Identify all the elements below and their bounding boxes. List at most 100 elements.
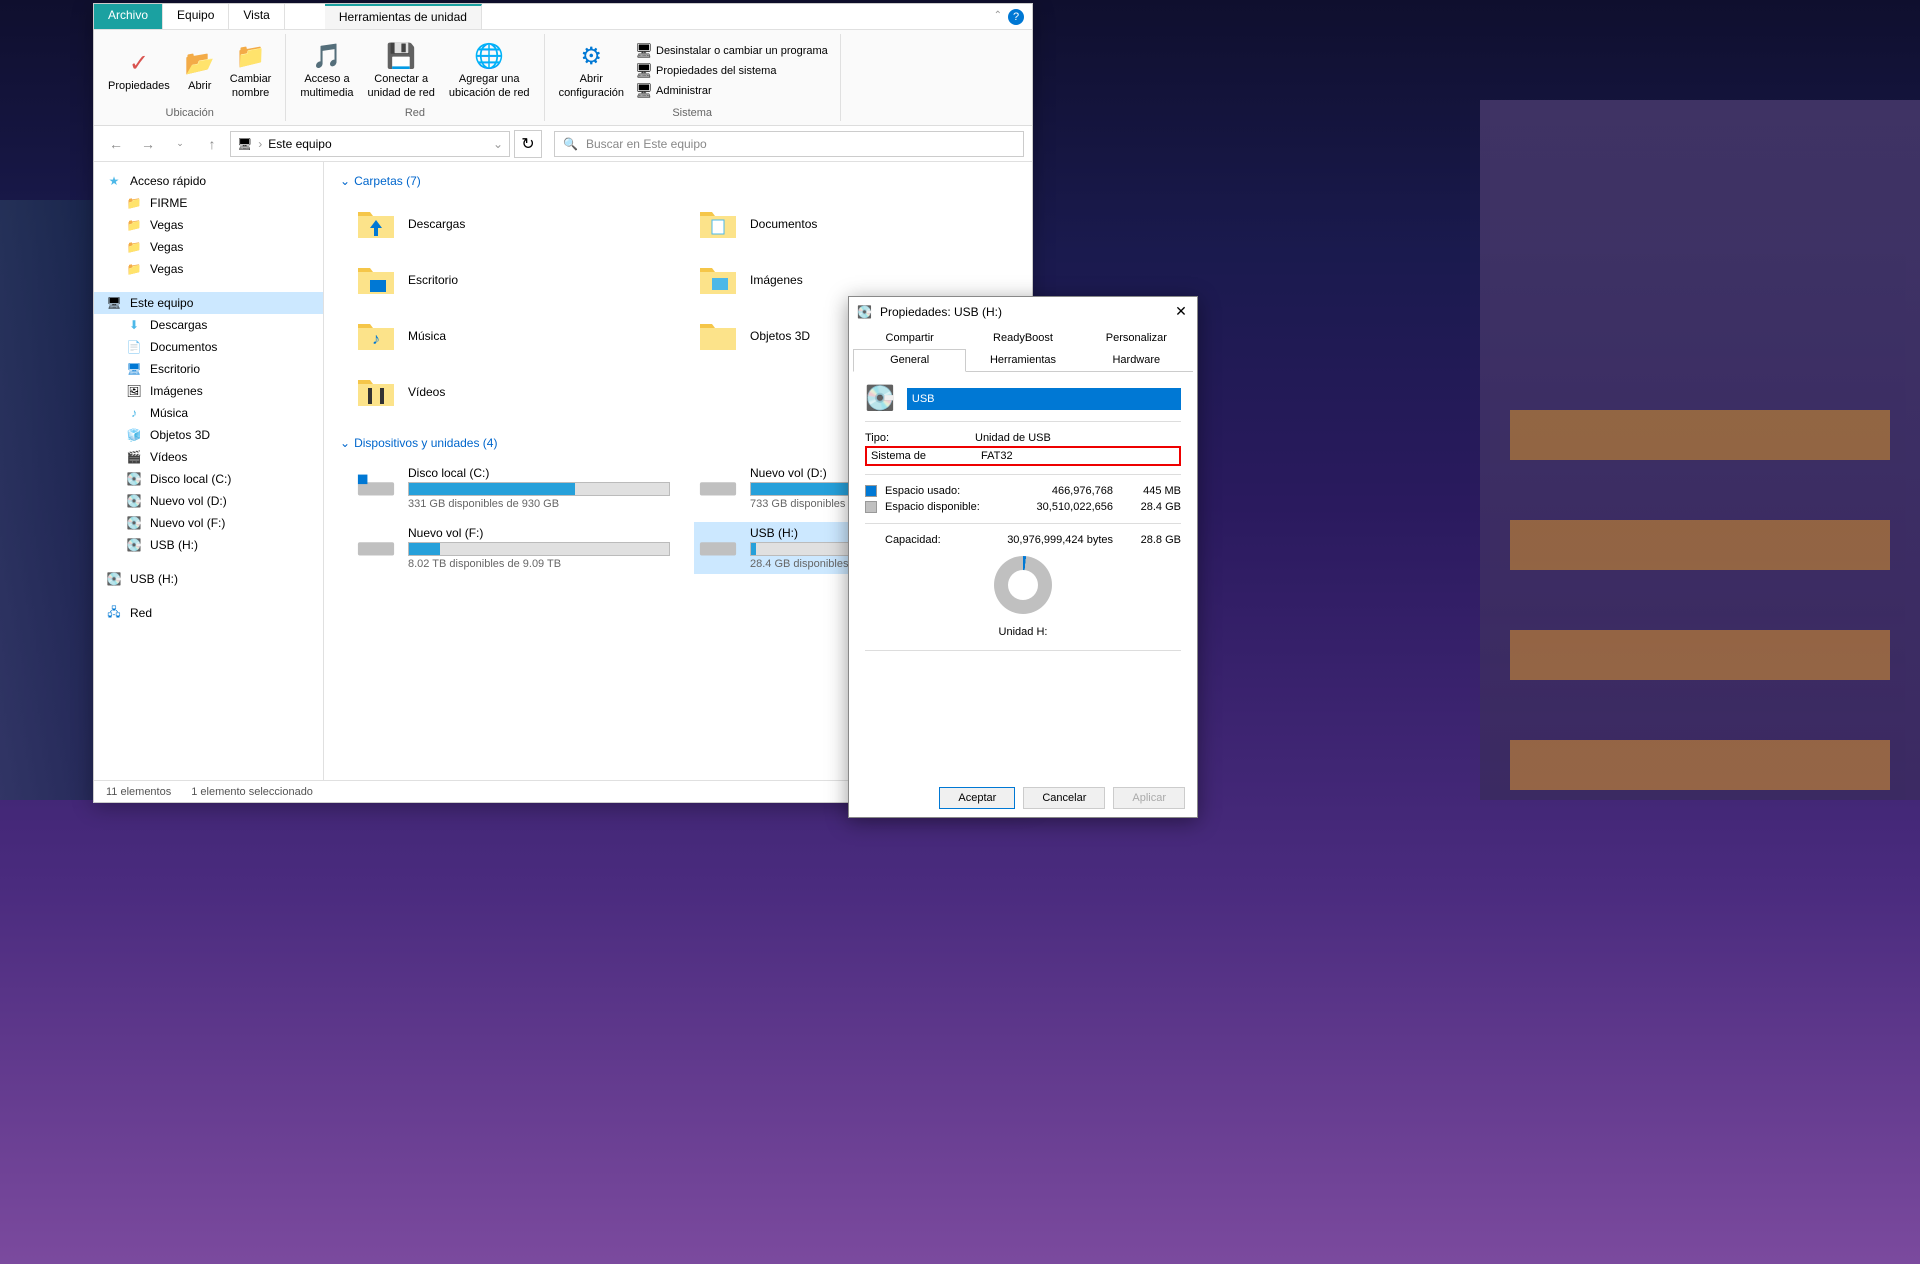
folder-videos[interactable]: Vídeos	[352, 368, 674, 416]
sidebar-item-videos[interactable]: 🎬Vídeos	[94, 446, 323, 468]
sidebar-item-escritorio[interactable]: 🖥Escritorio	[94, 358, 323, 380]
music-folder-icon: ♪	[356, 316, 396, 356]
used-color-swatch	[865, 485, 877, 497]
documents-icon: 📄	[126, 339, 142, 355]
search-input[interactable]: 🔍 Buscar en Este equipo	[554, 131, 1024, 157]
up-button[interactable]: ↑	[198, 130, 226, 158]
tab-compartir[interactable]: Compartir	[853, 327, 966, 349]
refresh-button[interactable]: ↻	[514, 130, 542, 158]
folder-icon: 📁	[126, 261, 142, 277]
free-color-swatch	[865, 501, 877, 513]
pc-icon: 🖥	[237, 137, 252, 151]
sidebar-item-imagenes[interactable]: 🖼Imágenes	[94, 380, 323, 402]
close-button[interactable]: ✕	[1171, 303, 1191, 323]
sidebar-item-descargas[interactable]: ⬇Descargas	[94, 314, 323, 336]
media-icon: 🎵	[311, 41, 343, 73]
tab-personalizar[interactable]: Personalizar	[1080, 327, 1193, 349]
unidad-label: Unidad H:	[865, 622, 1181, 642]
ribbon-tabs: Archivo Equipo Vista Herramientas de uni…	[94, 4, 1032, 30]
desktop-icon: 🖥	[126, 361, 142, 377]
videos-icon: 🎬	[126, 449, 142, 465]
sidebar-network[interactable]: 🖧Red	[94, 602, 323, 624]
sistema-value: FAT32	[981, 450, 1175, 462]
folder-musica[interactable]: ♪ Música	[352, 312, 674, 360]
abrir-button[interactable]: 📂 Abrir	[178, 36, 222, 105]
folder-descargas[interactable]: Descargas	[352, 200, 674, 248]
disponible-bytes: 30,510,022,656	[993, 501, 1113, 513]
sidebar-item-disco-f[interactable]: 💽Nuevo vol (F:)	[94, 512, 323, 534]
sidebar-item-firme[interactable]: 📁FIRME	[94, 192, 323, 214]
drive-name-input[interactable]	[907, 388, 1181, 410]
sidebar-item-musica[interactable]: ♪Música	[94, 402, 323, 424]
chevron-down-icon: ⌄	[340, 436, 350, 450]
quick-access-header[interactable]: ★ Acceso rápido	[94, 170, 323, 192]
folder-escritorio[interactable]: Escritorio	[352, 256, 674, 304]
sidebar-item-vegas[interactable]: 📁Vegas	[94, 236, 323, 258]
recent-dropdown[interactable]: ⌄	[166, 130, 194, 158]
tab-general[interactable]: General	[853, 349, 966, 372]
drive-icon	[356, 526, 396, 566]
this-pc-header[interactable]: 🖥 Este equipo	[94, 292, 323, 314]
manage-icon: 🖥	[636, 83, 652, 99]
forward-button[interactable]: →	[134, 130, 162, 158]
tab-hardware[interactable]: Hardware	[1080, 349, 1193, 371]
cambiar-nombre-button[interactable]: 📁 Cambiar nombre	[224, 36, 278, 105]
3d-icon: 🧊	[126, 427, 142, 443]
tab-herramientas[interactable]: Herramientas	[966, 349, 1079, 371]
disponible-label: Espacio disponible:	[885, 501, 985, 513]
propiedades-sistema-button[interactable]: 🖥 Propiedades del sistema	[632, 61, 832, 81]
svg-text:♪: ♪	[372, 331, 380, 348]
sidebar-item-disco-c[interactable]: 💽Disco local (C:)	[94, 468, 323, 490]
acceso-multimedia-button[interactable]: 🎵 Acceso a multimedia	[294, 36, 359, 105]
sidebar-item-disco-d[interactable]: 💽Nuevo vol (D:)	[94, 490, 323, 512]
propiedades-button[interactable]: ✓ Propiedades	[102, 36, 176, 105]
tab-archivo[interactable]: Archivo	[94, 4, 163, 29]
group-label: Ubicación	[102, 105, 277, 119]
pictures-folder-icon	[698, 260, 738, 300]
sidebar-item-usb-h[interactable]: 💽USB (H:)	[94, 534, 323, 556]
aceptar-button[interactable]: Aceptar	[939, 787, 1015, 809]
tab-vista[interactable]: Vista	[229, 4, 284, 29]
folders-section-header[interactable]: ⌄ Carpetas (7)	[340, 170, 1016, 192]
network-icon: 🖧	[106, 605, 122, 621]
cancelar-button[interactable]: Cancelar	[1023, 787, 1105, 809]
drive-c[interactable]: Disco local (C:) 331 GB disponibles de 9…	[352, 462, 674, 514]
aplicar-button[interactable]: Aplicar	[1113, 787, 1185, 809]
chevron-down-icon[interactable]: ⌄	[493, 137, 503, 151]
capacidad-label: Capacidad:	[865, 534, 977, 546]
tab-herramientas[interactable]: Herramientas de unidad	[325, 4, 482, 29]
usb-icon: 💽	[106, 571, 122, 587]
sidebar-item-vegas[interactable]: 📁Vegas	[94, 214, 323, 236]
desktop-folder-icon	[356, 260, 396, 300]
help-icon[interactable]: ?	[1008, 9, 1024, 25]
agregar-ubicacion-button[interactable]: 🌐 Agregar una ubicación de red	[443, 36, 536, 105]
sidebar-item-objetos3d[interactable]: 🧊Objetos 3D	[94, 424, 323, 446]
address-bar[interactable]: 🖥 › Este equipo ⌄	[230, 131, 510, 157]
drive-icon: 💽	[126, 471, 142, 487]
sidebar-usb-section[interactable]: 💽USB (H:)	[94, 568, 323, 590]
disponible-human: 28.4 GB	[1121, 501, 1181, 513]
back-button[interactable]: ←	[102, 130, 130, 158]
conectar-unidad-button[interactable]: 💾 Conectar a unidad de red	[362, 36, 441, 105]
sidebar-item-documentos[interactable]: 📄Documentos	[94, 336, 323, 358]
administrar-button[interactable]: 🖥 Administrar	[632, 81, 832, 101]
capacidad-human: 28.8 GB	[1121, 534, 1181, 546]
abrir-config-button[interactable]: ⚙ Abrir configuración	[553, 36, 630, 105]
downloads-icon: ⬇	[126, 317, 142, 333]
dialog-title-bar[interactable]: 💽 Propiedades: USB (H:) ✕	[849, 297, 1197, 327]
tipo-label: Tipo:	[865, 432, 975, 444]
drive-f[interactable]: Nuevo vol (F:) 8.02 TB disponibles de 9.…	[352, 522, 674, 574]
dialog-tabs: Compartir ReadyBoost Personalizar Genera…	[853, 327, 1193, 372]
group-label: Sistema	[553, 105, 832, 119]
ribbon-collapse-icon[interactable]: ⌃	[994, 10, 1002, 21]
uninstall-icon: 🖥	[636, 43, 652, 59]
group-label: Red	[294, 105, 535, 119]
properties-dialog: 💽 Propiedades: USB (H:) ✕ Compartir Read…	[848, 296, 1198, 818]
folder-icon: 📁	[126, 195, 142, 211]
tab-equipo[interactable]: Equipo	[163, 4, 229, 29]
folder-documentos[interactable]: Documentos	[694, 200, 1016, 248]
tab-readyboost[interactable]: ReadyBoost	[966, 327, 1079, 349]
desinstalar-button[interactable]: 🖥 Desinstalar o cambiar un programa	[632, 41, 832, 61]
sidebar-item-vegas[interactable]: 📁Vegas	[94, 258, 323, 280]
selection-count: 1 elemento seleccionado	[191, 786, 313, 798]
